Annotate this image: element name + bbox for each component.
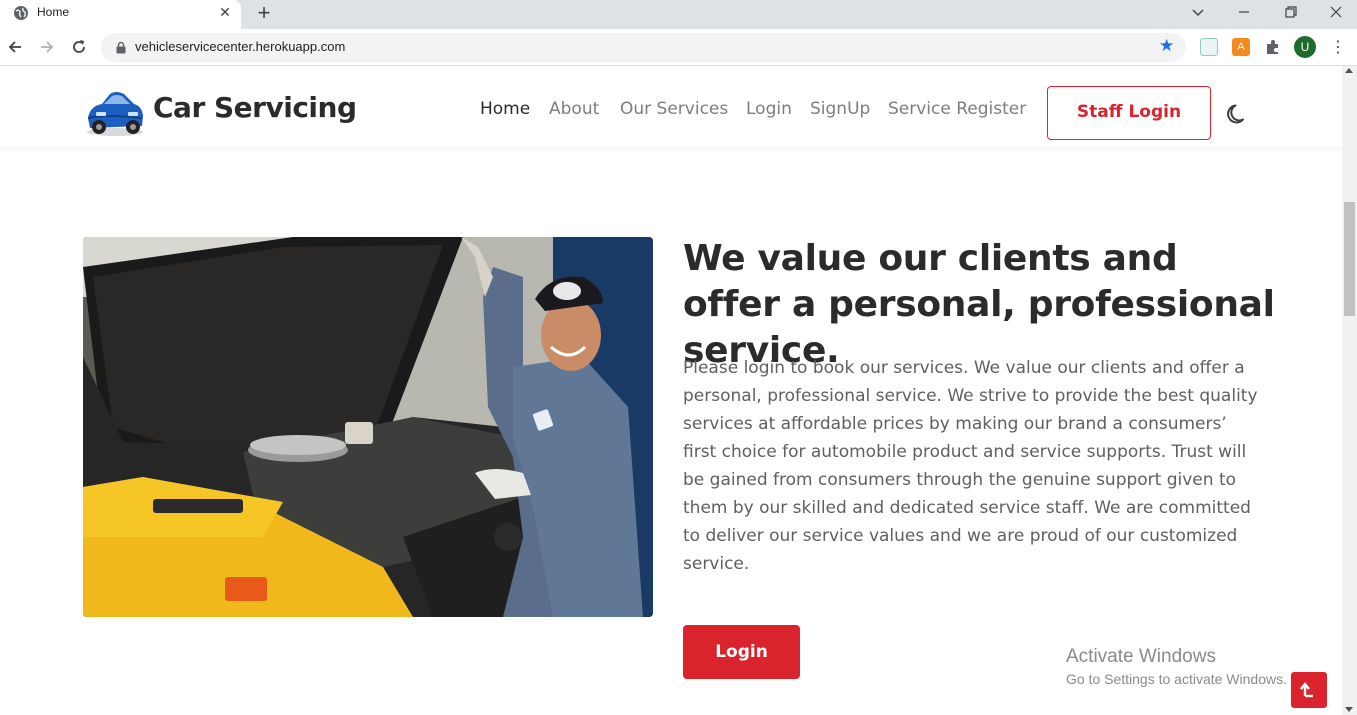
site-header: Car Servicing Home About Our Services Lo… [0, 66, 1342, 147]
nav-service-register[interactable]: Service Register [888, 99, 1026, 119]
car-logo-icon[interactable] [84, 84, 146, 138]
tab-close-icon[interactable]: ✕ [216, 4, 234, 22]
nav-about[interactable]: About [549, 99, 599, 119]
lock-icon[interactable] [115, 41, 127, 54]
scroll-down-arrow-icon[interactable] [1345, 707, 1353, 712]
nav-our-services[interactable]: Our Services [620, 99, 728, 119]
extension-clip-icon[interactable] [1200, 38, 1218, 56]
chevron-down-icon[interactable] [1187, 2, 1209, 22]
extension-a-icon[interactable]: A [1232, 38, 1250, 56]
tab-title: Home [37, 5, 70, 19]
page-viewport: Car Servicing Home About Our Services Lo… [0, 66, 1342, 715]
scroll-to-top-button[interactable] [1291, 672, 1327, 708]
scroll-up-arrow-icon[interactable] [1345, 68, 1353, 73]
reload-icon[interactable] [69, 37, 89, 57]
profile-avatar[interactable]: U [1294, 36, 1316, 58]
puzzle-extensions-icon[interactable] [1264, 38, 1282, 56]
browser-toolbar: vehicleservicecenter.herokuapp.com ★ A U… [0, 29, 1357, 66]
activate-windows-title: Activate Windows [1066, 646, 1216, 667]
bookmark-star-icon[interactable]: ★ [1159, 36, 1174, 56]
moon-icon[interactable] [1226, 102, 1250, 126]
page-scrollbar[interactable] [1342, 66, 1357, 715]
globe-icon [14, 6, 28, 20]
scroll-thumb[interactable] [1344, 202, 1355, 316]
activate-windows-subtitle: Go to Settings to activate Windows. [1066, 671, 1287, 687]
staff-login-button[interactable]: Staff Login [1047, 86, 1211, 140]
url-text: vehicleservicecenter.herokuapp.com [135, 39, 346, 54]
arrow-up-icon [1300, 682, 1313, 698]
brand-title[interactable]: Car Servicing [153, 91, 357, 124]
hero-login-button[interactable]: Login [683, 625, 800, 679]
new-tab-button[interactable]: + [253, 2, 275, 24]
kebab-menu-icon[interactable]: ⋮ [1330, 37, 1346, 57]
address-bar[interactable]: vehicleservicecenter.herokuapp.com ★ [101, 33, 1186, 62]
back-arrow-icon[interactable] [5, 37, 25, 57]
hero-paragraph: Please login to book our services. We va… [683, 358, 1258, 574]
browser-tab-home[interactable]: Home ✕ [0, 0, 241, 29]
minimize-icon[interactable] [1233, 2, 1255, 22]
restore-icon[interactable] [1279, 2, 1301, 22]
nav-home[interactable]: Home [480, 99, 530, 119]
mechanic-photo [83, 237, 653, 617]
nav-login[interactable]: Login [746, 99, 792, 119]
activate-windows-watermark: Activate Windows Go to Settings to activ… [1066, 646, 1287, 687]
forward-arrow-icon[interactable] [37, 37, 57, 57]
close-icon[interactable] [1325, 2, 1347, 22]
browser-tabstrip: Home ✕ + [0, 0, 1357, 29]
nav-signup[interactable]: SignUp [810, 99, 870, 119]
